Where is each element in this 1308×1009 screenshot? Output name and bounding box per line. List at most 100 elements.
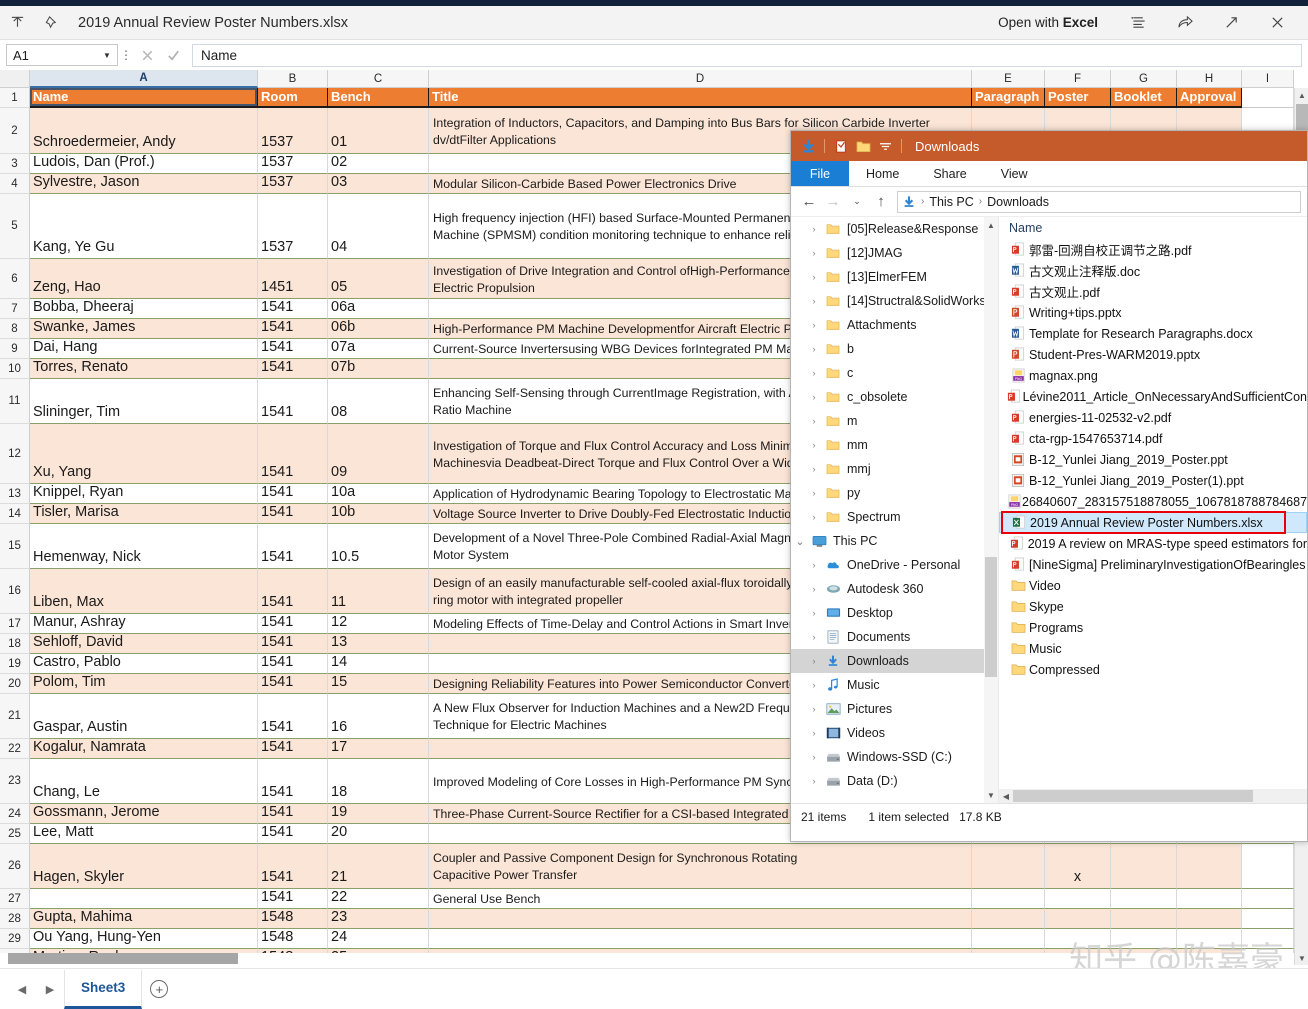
cell-c-7[interactable]: 06a bbox=[328, 299, 429, 319]
file-list-item[interactable]: Music bbox=[999, 638, 1307, 659]
nav-item-b[interactable]: ›b bbox=[791, 337, 998, 361]
cell-a-5[interactable]: Kang, Ye Gu bbox=[30, 194, 258, 259]
file-list-scroll-thumb[interactable] bbox=[1013, 790, 1253, 802]
cell-b-2[interactable]: 1537 bbox=[258, 108, 328, 154]
cell-a-25[interactable]: Lee, Matt bbox=[30, 824, 258, 844]
cell-c-17[interactable]: 12 bbox=[328, 614, 429, 634]
row-header-28[interactable]: 28 bbox=[0, 909, 30, 929]
cell-g-28[interactable] bbox=[1111, 909, 1177, 929]
cell-e-29[interactable] bbox=[972, 929, 1045, 949]
nav-item-this-pc[interactable]: ⌄This PC bbox=[791, 529, 998, 553]
row-header-16[interactable]: 16 bbox=[0, 569, 30, 614]
nav-item-c-obsolete[interactable]: ›c_obsolete bbox=[791, 385, 998, 409]
chevron-right-icon[interactable]: › bbox=[805, 344, 823, 354]
cell-a-6[interactable]: Zeng, Hao bbox=[30, 259, 258, 299]
ribbon-tab-file[interactable]: File bbox=[791, 161, 849, 186]
cell-a-7[interactable]: Bobba, Dheeraj bbox=[30, 299, 258, 319]
cell-c-29[interactable]: 24 bbox=[328, 929, 429, 949]
column-header-g[interactable]: G bbox=[1111, 70, 1177, 88]
explorer-title-bar[interactable]: Downloads bbox=[791, 131, 1307, 161]
cell-c-12[interactable]: 09 bbox=[328, 424, 429, 484]
file-list-item[interactable]: 郭雷-回溯自校正调节之路.pdf bbox=[999, 239, 1307, 260]
row-header-25[interactable]: 25 bbox=[0, 824, 30, 844]
cell-c-19[interactable]: 14 bbox=[328, 654, 429, 674]
nav-item-onedrive-personal[interactable]: ›OneDrive - Personal bbox=[791, 553, 998, 577]
row-header-17[interactable]: 17 bbox=[0, 614, 30, 634]
cell-a-15[interactable]: Hemenway, Nick bbox=[30, 524, 258, 569]
file-list-item[interactable]: 古文观止.pdf bbox=[999, 281, 1307, 302]
cell-c-18[interactable]: 13 bbox=[328, 634, 429, 654]
ribbon-tab-home[interactable]: Home bbox=[849, 161, 916, 186]
cell-b-10[interactable]: 1541 bbox=[258, 359, 328, 379]
chevron-right-icon[interactable]: › bbox=[805, 416, 823, 426]
chevron-right-icon[interactable]: › bbox=[805, 752, 823, 762]
cell-c-5[interactable]: 04 bbox=[328, 194, 429, 259]
open-with-excel-button[interactable]: Open with Excel bbox=[998, 15, 1098, 30]
cell-i-29[interactable] bbox=[1242, 929, 1294, 949]
chevron-right-icon[interactable]: › bbox=[805, 296, 823, 306]
cell-b-25[interactable]: 1541 bbox=[258, 824, 328, 844]
list-view-icon[interactable] bbox=[1116, 8, 1162, 38]
cell-a-19[interactable]: Castro, Pablo bbox=[30, 654, 258, 674]
row-header-15[interactable]: 15 bbox=[0, 524, 30, 569]
share-icon[interactable] bbox=[1162, 8, 1208, 38]
breadcrumb-downloads[interactable]: Downloads bbox=[987, 195, 1049, 209]
file-list-column-header[interactable]: Name bbox=[999, 217, 1307, 239]
file-list-item[interactable]: Writing+tips.pptx bbox=[999, 302, 1307, 323]
breadcrumb[interactable]: ›This PC›Downloads bbox=[897, 191, 1301, 213]
nav-item-14-structral-solidworks[interactable]: ›[14]Structral&SolidWorks bbox=[791, 289, 998, 313]
upload-icon[interactable] bbox=[0, 8, 34, 38]
file-list-item[interactable]: Compressed bbox=[999, 659, 1307, 680]
row-header-14[interactable]: 14 bbox=[0, 504, 30, 524]
cell-c-20[interactable]: 15 bbox=[328, 674, 429, 694]
cell-c-11[interactable]: 08 bbox=[328, 379, 429, 424]
cell-b-17[interactable]: 1541 bbox=[258, 614, 328, 634]
cell-g-26[interactable] bbox=[1111, 844, 1177, 889]
breadcrumb-this-pc[interactable]: This PC bbox=[929, 195, 973, 209]
cell-f-27[interactable] bbox=[1045, 889, 1111, 909]
row-header-12[interactable]: 12 bbox=[0, 424, 30, 484]
cell-b-23[interactable]: 1541 bbox=[258, 759, 328, 804]
cell-b-11[interactable]: 1541 bbox=[258, 379, 328, 424]
cell-i-26[interactable] bbox=[1242, 844, 1294, 889]
file-list-item[interactable]: B-12_Yunlei Jiang_2019_Poster(1).ppt bbox=[999, 470, 1307, 491]
file-list-item[interactable]: Student-Pres-WARM2019.pptx bbox=[999, 344, 1307, 365]
cell-a-11[interactable]: Slininger, Tim bbox=[30, 379, 258, 424]
chevron-right-icon[interactable]: › bbox=[805, 248, 823, 258]
more-options-icon[interactable]: ⋮ bbox=[118, 48, 134, 62]
chevron-down-icon[interactable]: ▼ bbox=[97, 45, 117, 65]
cell-a-10[interactable]: Torres, Renato bbox=[30, 359, 258, 379]
sheet-tab-sheet3[interactable]: Sheet3 bbox=[64, 970, 142, 1009]
cell-e-27[interactable] bbox=[972, 889, 1045, 909]
scroll-up-icon[interactable]: ▲ bbox=[1295, 88, 1308, 102]
cell-c-22[interactable]: 17 bbox=[328, 739, 429, 759]
header-cell-i[interactable] bbox=[1242, 88, 1294, 108]
cell-a-16[interactable]: Liben, Max bbox=[30, 569, 258, 614]
cell-c-26[interactable]: 21 bbox=[328, 844, 429, 889]
cell-h-28[interactable] bbox=[1177, 909, 1242, 929]
cell-b-9[interactable]: 1541 bbox=[258, 339, 328, 359]
cell-f-29[interactable] bbox=[1045, 929, 1111, 949]
column-header-i[interactable]: I bbox=[1242, 70, 1294, 88]
confirm-icon[interactable] bbox=[160, 43, 186, 67]
cell-c-3[interactable]: 02 bbox=[328, 154, 429, 174]
cell-c-27[interactable]: 22 bbox=[328, 889, 429, 909]
nav-item-13-elmerfem[interactable]: ›[13]ElmerFEM bbox=[791, 265, 998, 289]
cell-a-27[interactable] bbox=[30, 889, 258, 909]
row-header-2[interactable]: 2 bbox=[0, 108, 30, 154]
cell-b-22[interactable]: 1541 bbox=[258, 739, 328, 759]
nav-item-windows-ssd-c[interactable]: ›Windows-SSD (C:) bbox=[791, 745, 998, 769]
nav-item-spectrum[interactable]: ›Spectrum bbox=[791, 505, 998, 529]
formula-input[interactable]: Name bbox=[192, 44, 1302, 67]
cell-a-2[interactable]: Schroedermeier, Andy bbox=[30, 108, 258, 154]
chevron-right-icon[interactable]: › bbox=[805, 488, 823, 498]
name-box[interactable]: A1 ▼ bbox=[6, 44, 118, 66]
ribbon-tab-share[interactable]: Share bbox=[916, 161, 983, 186]
cell-b-7[interactable]: 1541 bbox=[258, 299, 328, 319]
chevron-down-icon[interactable]: ⌄ bbox=[791, 535, 809, 548]
cell-b-28[interactable]: 1548 bbox=[258, 909, 328, 929]
header-cell-c[interactable]: Bench bbox=[328, 88, 429, 108]
row-header-21[interactable]: 21 bbox=[0, 694, 30, 739]
nav-item-pictures[interactable]: ›Pictures bbox=[791, 697, 998, 721]
chevron-right-icon[interactable]: › bbox=[805, 704, 823, 714]
